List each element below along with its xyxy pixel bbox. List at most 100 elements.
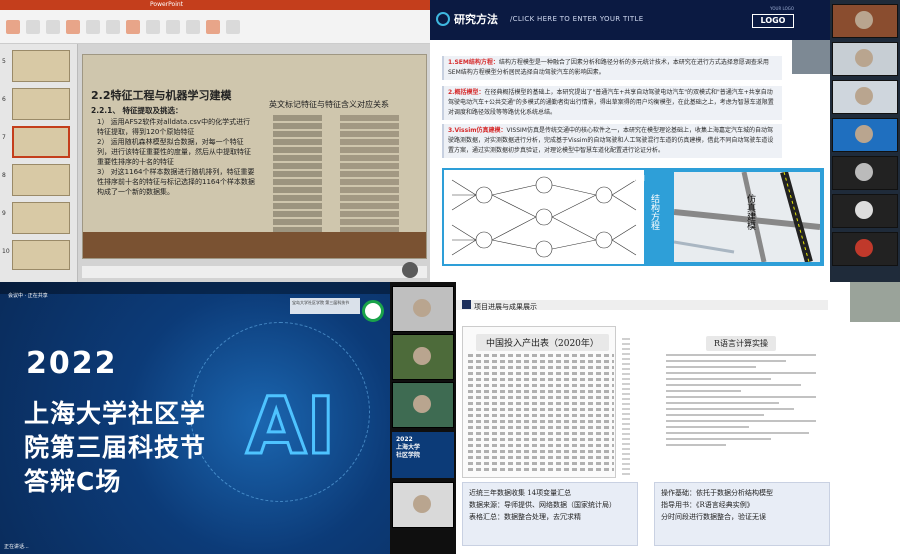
slide-header: 研究方法 /CLICK HERE TO ENTER YOUR TITLE YOU… [430, 0, 830, 40]
slide-number: 9 [2, 210, 6, 217]
avatar [855, 239, 873, 257]
event-title-line: 答辩C场 [24, 467, 122, 496]
io-table-title: 中国投入产出表（2020年） [476, 334, 609, 351]
box-line: 分时间段进行数据整合，验证无误 [661, 513, 766, 521]
participant-strip-bottom: 2022 上海大学 社区学院 [390, 282, 456, 554]
meeting-topbar: 会议中 · 正在共享 [0, 282, 390, 299]
mini-year: 2022 [396, 436, 413, 443]
participant-tile[interactable] [392, 482, 454, 528]
participant-video[interactable] [850, 282, 900, 322]
event-title-slide: 会议中 · 正在共享 宝岛大学社区学院 第三届科技节 2022 上海大学社区学 … [0, 282, 390, 554]
logo: LOGO [752, 14, 794, 28]
participant-tile[interactable] [392, 334, 454, 380]
participant-tile[interactable] [392, 382, 454, 428]
logo-circle-icon [436, 12, 450, 26]
method-heading: 2.概括模型： [448, 89, 485, 96]
participant-tile[interactable] [832, 42, 898, 76]
r-method-box: 操作基础：依托于数据分析结构模型 指导用书：《R语言经典实例》 分时间段进行数据… [654, 482, 830, 546]
slide-thumbnail[interactable] [12, 202, 70, 234]
avatar [855, 49, 873, 67]
bullet: 2） 运用随机森林模型拟合数据，对每一个特征列，进行该特征重要性的度量，然后从中… [97, 138, 251, 166]
divider [622, 338, 630, 478]
ribbon-button[interactable] [226, 19, 240, 34]
sem-network-diagram [444, 170, 644, 264]
ribbon-button[interactable] [66, 19, 80, 34]
project-progress-slide: 项目进展与成果展示 中国投入产出表（2020年） R语言计算实操 近统三年数据收… [456, 282, 900, 554]
method-text: 在径典概括模型的基础上，本研究提出了"普通汽车+共享自动驾驶电动汽车"的双模式和… [448, 89, 774, 116]
box-line: 操作基础：依托于数据分析结构模型 [661, 489, 773, 497]
speaking-indicator: 正在讲话... [4, 544, 29, 550]
school-emblem-icon [362, 300, 384, 322]
r-code-title: R语言计算实操 [706, 336, 777, 351]
slide-thumbnail[interactable] [12, 50, 70, 82]
r-code-lines [666, 354, 816, 450]
panel-label-vissim: 仿真建模 [745, 194, 755, 230]
method-paragraph: 1.SEM结构方程：结构方程模型是一种融合了因素分析和路径分析的多元统计技术，本… [442, 56, 782, 80]
method-heading: 3.Vissim仿真建模： [448, 127, 507, 134]
avatar [413, 495, 431, 513]
method-figure-panel: SEM 结构方程 仿真建模 [442, 168, 824, 266]
slide-thumbnail[interactable] [12, 164, 70, 196]
participant-tile[interactable] [392, 286, 454, 332]
ribbon-button[interactable] [46, 19, 60, 34]
event-title-line: 上海大学社区学 [24, 399, 207, 428]
avatar [413, 347, 431, 365]
ribbon-button[interactable] [106, 19, 120, 34]
ribbon-button[interactable] [126, 19, 140, 34]
method-paragraph: 3.Vissim仿真建模：VISSIM仿真是传统交通中的核心软件之一，本研究在模… [442, 124, 782, 158]
slide-subtitle: 2.2.1、 特征提取及挑选： [91, 106, 183, 115]
box-line: 表格汇总：数据整合处理，去冗求精 [469, 513, 581, 521]
slide-header: 项目进展与成果展示 [474, 303, 537, 311]
avatar [855, 201, 873, 219]
avatar [855, 125, 873, 143]
mini-line: 上海大学 [396, 444, 421, 451]
panel-label-sem: SEM [628, 174, 646, 183]
ribbon-button[interactable] [146, 19, 160, 34]
table-title: 英文标记特征与特征含义对应关系 [269, 100, 389, 109]
avatar [855, 11, 873, 29]
slide-thumbnail-pane: 5 6 7 8 9 10 [0, 44, 78, 282]
participant-tile[interactable] [832, 232, 898, 266]
slide-thumbnail-selected[interactable] [12, 126, 70, 158]
slide-body: 1） 运用AFS2软件对alldata.csv中的化学式进行特征提取，得到120… [97, 117, 257, 197]
section-title: 研究方法 [454, 13, 498, 26]
participant-tile[interactable] [832, 80, 898, 114]
participant-video[interactable] [792, 40, 830, 74]
research-methods-slide: 研究方法 /CLICK HERE TO ENTER YOUR TITLE YOU… [430, 0, 830, 282]
ribbon-button[interactable] [166, 19, 180, 34]
io-table-rows [468, 354, 614, 474]
window-title: PowerPoint [0, 0, 430, 10]
meeting-status: 会议中 · 正在共享 [8, 293, 48, 299]
presenter-badge: 宝岛大学社区学院 第三届科技节 [290, 298, 360, 314]
slide-number: 7 [2, 134, 6, 141]
box-line: 数据来源：导师提供、网络数据（国家统计局） [469, 501, 616, 509]
participant-tile[interactable] [832, 4, 898, 38]
ribbon-button[interactable] [186, 19, 200, 34]
notes-pane[interactable] [82, 266, 427, 278]
box-line: 近统三年数据收集 14项变量汇总 [469, 489, 572, 497]
event-title-line: 院第三届科技节 [24, 433, 207, 462]
avatar [855, 87, 873, 105]
ribbon-button[interactable] [26, 19, 40, 34]
slide-canvas[interactable]: 2.2特征工程与机器学习建模 2.2.1、 特征提取及挑选： 1） 运用AFS2… [82, 54, 427, 259]
participant-tile[interactable] [832, 194, 898, 228]
slide-thumbnail[interactable] [12, 88, 70, 120]
event-year: 2022 [26, 346, 118, 381]
avatar [413, 299, 431, 317]
ribbon-button[interactable] [86, 19, 100, 34]
box-line: 指导用书：《R语言经典实例》 [661, 501, 754, 509]
ribbon-toolbar [0, 10, 430, 44]
ribbon-button[interactable] [206, 19, 220, 34]
ribbon-button[interactable] [6, 19, 20, 34]
panel-label-sem-cn: 结构方程 [649, 194, 659, 230]
slide-number: 5 [2, 58, 6, 65]
slide-thumbnail[interactable] [12, 240, 70, 270]
section-subtitle: /CLICK HERE TO ENTER YOUR TITLE [510, 15, 644, 23]
mini-slide-preview[interactable]: 2022 上海大学 社区学院 [392, 432, 454, 478]
mini-line: 社区学院 [396, 452, 421, 459]
participant-strip [830, 0, 900, 282]
slide-number: 8 [2, 172, 6, 179]
avatar [402, 262, 418, 278]
participant-tile[interactable] [832, 156, 898, 190]
participant-tile[interactable] [832, 118, 898, 152]
